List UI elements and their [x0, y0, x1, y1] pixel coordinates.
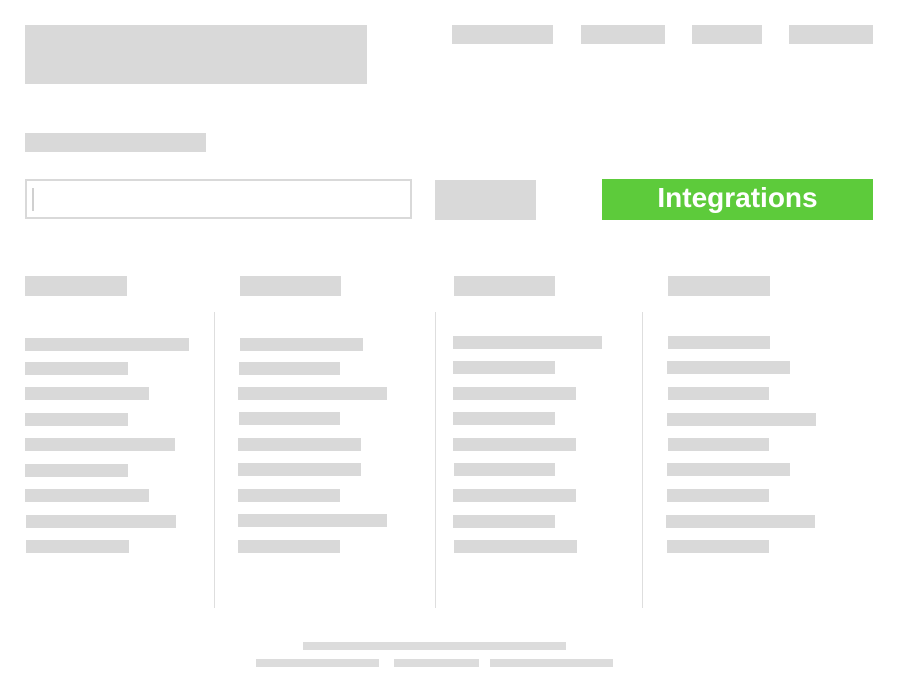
nav-item-2[interactable]	[581, 25, 665, 44]
column-1-link[interactable]	[25, 338, 189, 351]
column-4-link[interactable]	[668, 336, 770, 349]
column-1-link[interactable]	[25, 464, 128, 477]
column-1-link[interactable]	[26, 515, 176, 528]
integrations-button[interactable]: Integrations	[602, 179, 873, 220]
column-4-link[interactable]	[667, 413, 816, 426]
nav-item-3[interactable]	[692, 25, 762, 44]
column-2-link[interactable]	[238, 514, 387, 527]
column-3-heading	[454, 276, 555, 296]
search-button[interactable]	[435, 180, 536, 220]
footer-text-line	[303, 642, 566, 650]
column-divider	[435, 312, 436, 608]
column-3-link[interactable]	[453, 336, 602, 349]
column-3-link[interactable]	[453, 438, 576, 451]
column-2-link[interactable]	[238, 438, 361, 451]
column-3-link[interactable]	[453, 361, 555, 374]
column-2-heading	[240, 276, 341, 296]
column-4-link[interactable]	[668, 438, 769, 451]
column-4-link[interactable]	[667, 540, 769, 553]
column-2-link[interactable]	[238, 463, 361, 476]
column-3-link[interactable]	[453, 412, 555, 425]
search-input[interactable]	[25, 179, 412, 219]
logo-placeholder[interactable]	[25, 25, 367, 84]
column-3-link[interactable]	[453, 489, 576, 502]
column-2-link[interactable]	[239, 362, 340, 375]
column-3-link[interactable]	[453, 387, 576, 400]
column-1-link[interactable]	[25, 387, 149, 400]
column-4-link[interactable]	[667, 361, 790, 374]
column-4-heading	[668, 276, 770, 296]
page-heading-placeholder	[25, 133, 206, 152]
text-caret	[32, 188, 34, 211]
column-1-link[interactable]	[25, 438, 175, 451]
footer-link[interactable]	[256, 659, 379, 667]
column-2-link[interactable]	[238, 387, 387, 400]
column-2-link[interactable]	[238, 540, 340, 553]
column-1-link[interactable]	[25, 413, 128, 426]
nav-item-1[interactable]	[452, 25, 553, 44]
column-3-link[interactable]	[454, 540, 577, 553]
nav-item-4[interactable]	[789, 25, 873, 44]
column-2-link[interactable]	[238, 489, 340, 502]
column-1-link[interactable]	[25, 489, 149, 502]
column-2-link[interactable]	[240, 338, 363, 351]
column-2-link[interactable]	[239, 412, 340, 425]
column-4-link[interactable]	[666, 515, 815, 528]
column-divider	[642, 312, 643, 608]
footer-link[interactable]	[394, 659, 479, 667]
column-1-heading	[25, 276, 127, 296]
page: Integrations	[0, 0, 898, 692]
column-4-link[interactable]	[667, 463, 790, 476]
footer-link[interactable]	[490, 659, 613, 667]
column-1-link[interactable]	[25, 362, 128, 375]
column-4-link[interactable]	[667, 489, 769, 502]
column-3-link[interactable]	[453, 515, 555, 528]
column-4-link[interactable]	[668, 387, 769, 400]
column-divider	[214, 312, 215, 608]
column-3-link[interactable]	[454, 463, 555, 476]
column-1-link[interactable]	[26, 540, 129, 553]
